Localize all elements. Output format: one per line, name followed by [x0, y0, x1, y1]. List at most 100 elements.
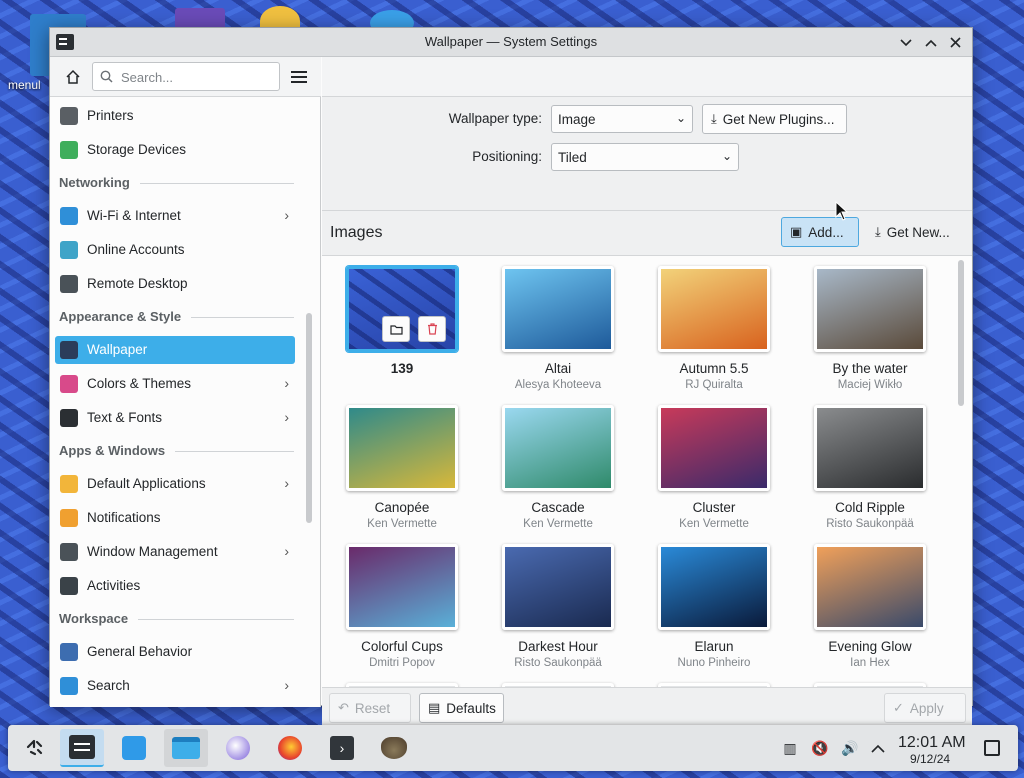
- sidebar-item-search[interactable]: Search ›: [55, 672, 295, 700]
- maximize-button[interactable]: [920, 32, 941, 53]
- images-header: Images ▣ Add... ⤓ Get New...: [322, 210, 972, 254]
- sidebar-item-online-accounts[interactable]: Online Accounts: [55, 236, 295, 264]
- clock-time[interactable]: 12:01 AM: [898, 734, 966, 752]
- window-icon: [60, 543, 78, 561]
- mouse-cursor-icon: [835, 201, 849, 221]
- positioning-combo[interactable]: Tiled ⌄: [551, 143, 739, 171]
- gimp-icon: [381, 737, 407, 759]
- volume-muted-icon[interactable]: 🔇: [810, 738, 830, 758]
- chevron-right-icon: ›: [284, 475, 289, 491]
- wallpaper-thumbnail[interactable]: [346, 544, 458, 630]
- title-bar[interactable]: Wallpaper — System Settings: [50, 28, 972, 57]
- wallpaper-thumbnail[interactable]: [502, 405, 614, 491]
- sidebar-item-colors-themes[interactable]: Colors & Themes ›: [55, 370, 295, 398]
- wallpaper-name: 139: [390, 361, 414, 376]
- wallpaper-name: Cluster: [692, 500, 736, 515]
- minimize-button[interactable]: [895, 32, 916, 53]
- open-folder-button[interactable]: [382, 316, 410, 342]
- printer-icon: [60, 107, 78, 125]
- taskbar-kde-app-button[interactable]: [216, 729, 260, 767]
- delete-wallpaper-button[interactable]: [418, 316, 446, 342]
- taskbar-app-launcher-button[interactable]: [12, 729, 56, 767]
- sidebar-scrollbar[interactable]: [306, 313, 312, 523]
- sidebar-item-text-fonts[interactable]: Text & Fonts ›: [55, 404, 295, 432]
- wallpaper-author: Nuno Pinheiro: [677, 657, 751, 669]
- wallpaper-tile[interactable]: Evening Glow Ian Hex: [814, 544, 926, 680]
- sidebar-item-default-applications[interactable]: Default Applications ›: [55, 470, 295, 498]
- clock-date[interactable]: 9/12/24: [910, 752, 950, 766]
- sidebar-item-storage-devices[interactable]: Storage Devices: [55, 136, 295, 164]
- sidebar-section-header: Workspace: [59, 608, 294, 630]
- wallpaper-type-combo[interactable]: Image ⌄: [551, 105, 693, 133]
- sidebar: Printers Storage Devices Networking Wi-Fi &…: [50, 57, 321, 707]
- taskbar-terminal-button[interactable]: ›: [320, 729, 364, 767]
- desktop-icon-label: menul: [8, 78, 41, 92]
- taskbar-gimp-button[interactable]: [372, 729, 416, 767]
- wallpaper-tile[interactable]: Cluster Ken Vermette: [658, 405, 770, 541]
- storage-icon: [60, 141, 78, 159]
- wallpaper-tile[interactable]: Altai Alesya Khoteeva: [502, 266, 614, 402]
- sidebar-item-wallpaper[interactable]: Wallpaper: [55, 336, 295, 364]
- discover-icon: [122, 736, 146, 760]
- add-image-button[interactable]: ▣ Add...: [781, 217, 859, 247]
- sidebar-list: Printers Storage Devices Networking Wi-Fi &…: [50, 98, 312, 707]
- wallpaper-thumbnail[interactable]: [814, 405, 926, 491]
- sidebar-item-notifications[interactable]: Notifications: [55, 504, 295, 532]
- wallpaper-name: Autumn 5.5: [679, 361, 749, 376]
- checkmark-icon: ✓: [893, 700, 904, 715]
- wallpaper-tile[interactable]: Colorful Cups Dmitri Popov: [346, 544, 458, 680]
- undo-icon: ↶: [338, 700, 349, 715]
- sidebar-item-wi-fi-internet[interactable]: Wi-Fi & Internet ›: [55, 202, 295, 230]
- wallpaper-tile[interactable]: By the water Maciej Wikło: [814, 266, 926, 402]
- wallpaper-thumbnail[interactable]: [658, 405, 770, 491]
- sidebar-item-window-management[interactable]: Window Management ›: [55, 538, 295, 566]
- wallpaper-thumbnail[interactable]: [658, 266, 770, 352]
- sidebar-header: [50, 57, 321, 97]
- wallpaper-thumbnail[interactable]: [502, 544, 614, 630]
- volume-icon[interactable]: 🔊: [840, 738, 860, 758]
- wallpaper-tile[interactable]: Autumn 5.5 RJ Quiralta: [658, 266, 770, 402]
- reset-button[interactable]: ↶ Reset: [329, 693, 411, 723]
- grid-scrollbar[interactable]: [958, 260, 964, 406]
- taskbar-firefox-button[interactable]: [268, 729, 312, 767]
- apply-button[interactable]: ✓ Apply: [884, 693, 966, 723]
- search-field[interactable]: [92, 62, 280, 91]
- wallpaper-thumbnail[interactable]: [814, 266, 926, 352]
- wallpaper-author: Risto Saukonpää: [826, 518, 914, 530]
- hamburger-menu-button[interactable]: [288, 66, 310, 88]
- wallpaper-tile[interactable]: Cascade Ken Vermette: [502, 405, 614, 541]
- show-desktop-button[interactable]: [984, 740, 1000, 756]
- wallpaper-author: Maciej Wikło: [837, 379, 903, 391]
- wallpaper-thumbnail[interactable]: [346, 266, 458, 352]
- defaults-button[interactable]: ▤ Defaults: [419, 693, 504, 723]
- download-icon: ⤓: [711, 111, 717, 126]
- wallpaper-tile[interactable]: Cold Ripple Risto Saukonpää: [814, 405, 926, 541]
- sidebar-item-activities[interactable]: Activities: [55, 572, 295, 600]
- wallpaper-thumbnail[interactable]: [502, 266, 614, 352]
- taskbar-discover-button[interactable]: [112, 729, 156, 767]
- close-button[interactable]: [945, 32, 966, 53]
- search-input[interactable]: [119, 67, 274, 87]
- wallpaper-author: Ken Vermette: [523, 518, 593, 530]
- tray-expand-icon[interactable]: [868, 738, 888, 758]
- wallpaper-name: Cascade: [531, 500, 585, 515]
- sidebar-item-remote-desktop[interactable]: Remote Desktop: [55, 270, 295, 298]
- wallpaper-thumbnail[interactable]: [346, 405, 458, 491]
- sidebar-item-general-behavior[interactable]: General Behavior: [55, 638, 295, 666]
- clipboard-icon[interactable]: ▥: [780, 738, 800, 758]
- wallpaper-tile[interactable]: Canopée Ken Vermette: [346, 405, 458, 541]
- wallpaper-thumbnail[interactable]: [814, 544, 926, 630]
- wallpaper-thumbnail[interactable]: [658, 544, 770, 630]
- get-new-plugins-button[interactable]: ⤓ Get New Plugins...: [702, 104, 847, 134]
- taskbar-file-manager-button[interactable]: [164, 729, 208, 767]
- sidebar-item-printers[interactable]: Printers: [55, 102, 295, 130]
- home-button[interactable]: [60, 64, 86, 90]
- colors-icon: [60, 375, 78, 393]
- wallpaper-tile[interactable]: Elarun Nuno Pinheiro: [658, 544, 770, 680]
- general-behavior-icon: [60, 643, 78, 661]
- wallpaper-tile[interactable]: 139: [346, 266, 458, 402]
- wallpaper-author: Ian Hex: [850, 657, 890, 669]
- taskbar-system-settings-button[interactable]: [60, 729, 104, 767]
- get-new-wallpapers-button[interactable]: ⤓ Get New...: [866, 217, 967, 247]
- wallpaper-tile[interactable]: Darkest Hour Risto Saukonpää: [502, 544, 614, 680]
